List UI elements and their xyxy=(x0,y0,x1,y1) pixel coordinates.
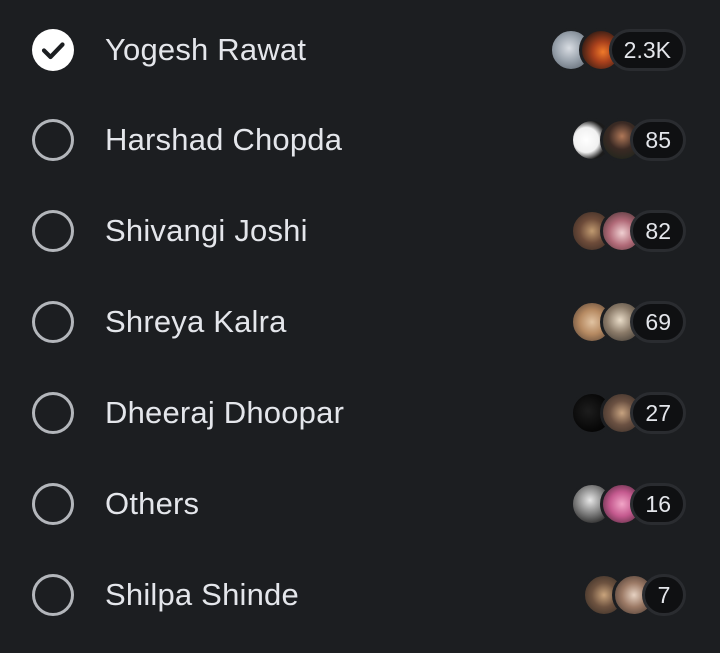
voter-avatars[interactable]: 16 xyxy=(570,479,686,529)
option-label: Shivangi Joshi xyxy=(105,213,308,248)
option-label: Shilpa Shinde xyxy=(105,577,299,612)
vote-count-badge: 82 xyxy=(630,210,686,252)
radio-unchecked-icon[interactable] xyxy=(32,392,74,434)
poll-option-shreya-kalra[interactable]: Shreya Kalra 69 xyxy=(0,277,720,367)
poll-option-harshad-chopda[interactable]: Harshad Chopda 85 xyxy=(0,95,720,185)
radio-unchecked-icon[interactable] xyxy=(32,574,74,616)
vote-count-badge: 27 xyxy=(630,392,686,434)
vote-count-badge: 85 xyxy=(630,119,686,161)
poll-option-shivangi-joshi[interactable]: Shivangi Joshi 82 xyxy=(0,186,720,276)
poll-option-others[interactable]: Others 16 xyxy=(0,459,720,549)
poll-option-shilpa-shinde[interactable]: Shilpa Shinde 7 xyxy=(0,550,720,640)
voter-avatars[interactable]: 2.3K xyxy=(548,25,686,75)
poll-option-yogesh-rawat[interactable]: Yogesh Rawat 2.3K xyxy=(0,5,720,95)
vote-count-badge: 2.3K xyxy=(608,29,686,71)
option-label: Others xyxy=(105,486,200,521)
radio-unchecked-icon[interactable] xyxy=(32,301,74,343)
voter-avatars[interactable]: 69 xyxy=(570,297,686,347)
option-label: Shreya Kalra xyxy=(105,304,287,339)
vote-count-badge: 16 xyxy=(630,483,686,525)
vote-count-badge: 7 xyxy=(642,574,686,616)
option-label: Yogesh Rawat xyxy=(105,32,307,67)
option-label: Harshad Chopda xyxy=(105,122,343,157)
poll-options-list: Yogesh Rawat 2.3K Harshad Chopda 85 Shiv… xyxy=(0,0,720,653)
radio-unchecked-icon[interactable] xyxy=(32,210,74,252)
vote-count-badge: 69 xyxy=(630,301,686,343)
voter-avatars[interactable]: 27 xyxy=(570,388,686,438)
option-label: Dheeraj Dhoopar xyxy=(105,395,345,430)
voter-avatars[interactable]: 82 xyxy=(570,206,686,256)
radio-unchecked-icon[interactable] xyxy=(32,119,74,161)
checkmark-icon xyxy=(41,42,65,60)
voter-avatars[interactable]: 7 xyxy=(582,570,686,620)
radio-checked-icon[interactable] xyxy=(32,29,74,71)
radio-unchecked-icon[interactable] xyxy=(32,483,74,525)
voter-avatars[interactable]: 85 xyxy=(570,115,686,165)
poll-option-dheeraj-dhoopar[interactable]: Dheeraj Dhoopar 27 xyxy=(0,368,720,458)
